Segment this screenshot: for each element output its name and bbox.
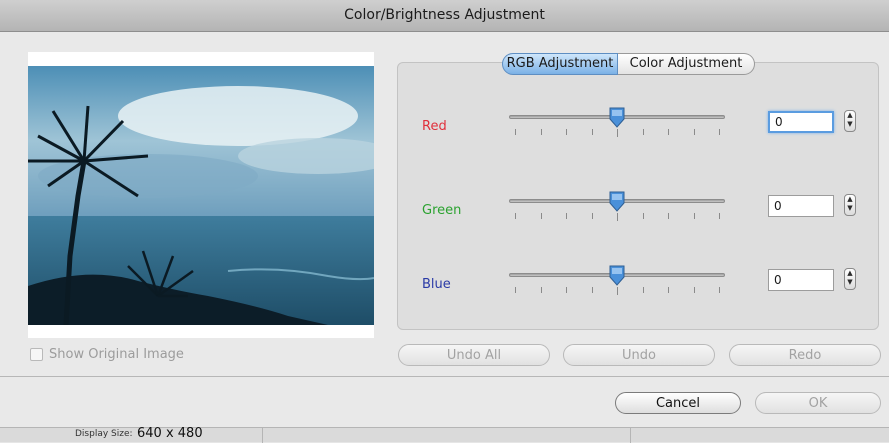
slider-tick <box>540 213 542 219</box>
image-preview-frame <box>28 52 374 338</box>
slider-tick <box>693 213 695 219</box>
slider-tick <box>668 287 669 293</box>
slider-tick <box>693 287 695 293</box>
status-bar: Display Size: 640 x 480 <box>0 426 889 443</box>
channel-row-blue: Blue 0 ▲ ▼ <box>398 264 876 304</box>
slider-tick <box>617 129 618 137</box>
blue-slider[interactable] <box>509 264 725 304</box>
green-value-field[interactable]: 0 <box>768 195 834 217</box>
slider-tick <box>566 287 567 293</box>
red-label: Red <box>422 119 447 134</box>
green-slider-knob[interactable] <box>608 191 626 213</box>
blue-slider-ticks <box>515 287 720 295</box>
display-size-value: 640 x 480 <box>137 426 203 441</box>
slider-tick <box>617 213 618 221</box>
channel-row-green: Green 0 ▲ ▼ <box>398 190 876 230</box>
show-original-toggle[interactable]: Show Original Image <box>30 346 184 362</box>
adjustment-tabs: RGB Adjustment Color Adjustment <box>502 53 755 75</box>
cancel-button[interactable]: Cancel <box>615 392 741 414</box>
red-slider-ticks <box>515 129 720 137</box>
slider-tick <box>591 129 593 135</box>
show-original-checkbox[interactable] <box>30 347 43 361</box>
slider-tick <box>617 287 618 295</box>
green-label: Green <box>422 203 462 218</box>
blue-value-stepper[interactable]: ▲ ▼ <box>844 268 856 290</box>
ok-button[interactable]: OK <box>755 392 881 414</box>
slider-tick <box>566 213 567 219</box>
status-divider <box>262 428 263 443</box>
slider-tick <box>668 129 669 135</box>
slider-tick <box>540 287 542 293</box>
dialog-footer: Cancel OK <box>0 377 889 427</box>
green-slider-ticks <box>515 213 720 221</box>
slider-tick <box>515 287 516 293</box>
slider-tick <box>566 129 567 135</box>
undo-all-button[interactable]: Undo All <box>398 344 550 366</box>
redo-button[interactable]: Redo <box>729 344 881 366</box>
display-size-label: Display Size: <box>75 429 133 439</box>
slider-tick <box>668 213 669 219</box>
slider-tick <box>642 129 644 135</box>
window-title: Color/Brightness Adjustment <box>344 7 545 23</box>
slider-tick <box>540 129 542 135</box>
slider-tick <box>719 213 720 219</box>
red-value-field[interactable]: 0 <box>768 111 834 133</box>
window-titlebar: Color/Brightness Adjustment <box>0 0 889 32</box>
green-slider[interactable] <box>509 190 725 230</box>
red-slider-knob[interactable] <box>608 107 626 129</box>
blue-value-field[interactable]: 0 <box>768 269 834 291</box>
slider-tick <box>642 213 644 219</box>
adjustment-dialog: Show Original Image RGB Adjustment Color… <box>0 32 889 376</box>
slider-tick <box>515 129 516 135</box>
slider-tick <box>693 129 695 135</box>
slider-tick <box>719 129 720 135</box>
show-original-label: Show Original Image <box>49 346 184 362</box>
slider-tick <box>515 213 516 219</box>
channel-row-red: Red 0 ▲ ▼ <box>398 106 876 146</box>
green-value-stepper[interactable]: ▲ ▼ <box>844 194 856 216</box>
slider-tick <box>719 287 720 293</box>
blue-label: Blue <box>422 277 451 292</box>
tab-rgb-adjustment[interactable]: RGB Adjustment <box>502 53 618 75</box>
tab-color-adjustment[interactable]: Color Adjustment <box>618 53 755 75</box>
red-value-stepper[interactable]: ▲ ▼ <box>844 110 856 132</box>
slider-tick <box>591 287 593 293</box>
red-slider[interactable] <box>509 106 725 146</box>
slider-tick <box>591 213 593 219</box>
status-divider <box>630 428 631 443</box>
preview-image <box>28 66 374 325</box>
undo-button[interactable]: Undo <box>563 344 715 366</box>
slider-tick <box>642 287 644 293</box>
blue-slider-knob[interactable] <box>608 265 626 287</box>
